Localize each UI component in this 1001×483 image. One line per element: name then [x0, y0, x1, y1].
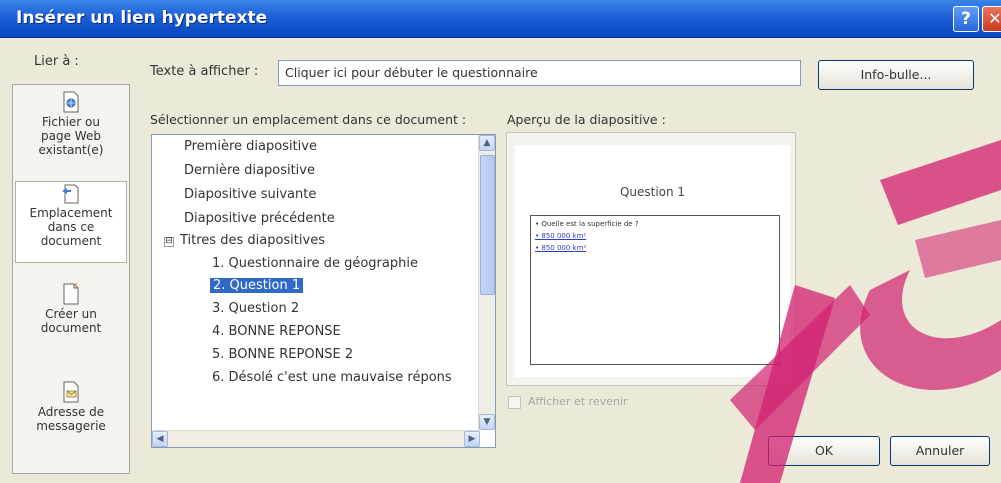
tree-item-first-slide[interactable]: Première diapositive	[184, 139, 317, 154]
sidebar-item-label-line: existant(e)	[38, 143, 104, 157]
close-button[interactable]: ✕	[982, 6, 1001, 32]
dialog-body: Lier à : Fichier ou page Web existant(e)…	[0, 38, 1001, 483]
slide-preview-panel: Question 1 • Quelle est la superficie de…	[506, 132, 796, 386]
sidebar-item-existing-file-or-web-page[interactable]: Fichier ou page Web existant(e)	[15, 91, 127, 177]
tree-item-slide-2-selected[interactable]: 2. Question 1	[210, 278, 304, 293]
text-to-display-input[interactable]: Cliquer ici pour débuter le questionnair…	[278, 60, 801, 86]
scroll-down-icon[interactable]: ▼	[479, 414, 495, 430]
sidebar-item-label-line: Emplacement	[29, 206, 113, 220]
place-in-document-icon	[62, 184, 79, 204]
slide-preview: Question 1 • Quelle est la superficie de…	[515, 145, 790, 377]
document-places-tree[interactable]: Première diapositive Dernière diapositiv…	[151, 134, 496, 448]
ok-button[interactable]: OK	[768, 436, 880, 466]
email-address-icon	[63, 381, 79, 403]
vertical-scroll-thumb[interactable]	[480, 155, 495, 295]
sidebar-item-label-line: Adresse de	[37, 405, 105, 419]
collapse-expander-icon[interactable]: ⊟	[164, 237, 174, 247]
web-page-icon	[63, 91, 79, 113]
sidebar-item-label-line: Fichier ou	[42, 115, 100, 129]
slide-bullet-link: • 850 000 km²	[535, 244, 587, 252]
link-to-label: Lier à :	[34, 54, 79, 69]
tree-item-next-slide[interactable]: Diapositive suivante	[184, 187, 316, 202]
tree-item-slide-4[interactable]: 4. BONNE REPONSE	[212, 324, 341, 339]
tree-item-slide-3[interactable]: 3. Question 2	[212, 301, 299, 316]
link-to-sidebar: Fichier ou page Web existant(e) Emplacem…	[12, 84, 130, 474]
horizontal-scrollbar[interactable]: ◀ ▶	[152, 430, 480, 447]
help-button[interactable]: ?	[953, 6, 979, 32]
slide-preview-content: • Quelle est la superficie de ? • 850 00…	[530, 215, 780, 365]
slide-preview-label: Aperçu de la diapositive :	[507, 112, 666, 127]
tree-item-slide-titles[interactable]: Titres des diapositives	[180, 233, 325, 248]
scroll-up-icon[interactable]: ▲	[479, 135, 495, 151]
screentip-button[interactable]: Info-bulle...	[818, 60, 974, 90]
sidebar-item-label-line: document	[40, 321, 102, 335]
tree-item-slide-5[interactable]: 5. BONNE REPONSE 2	[212, 347, 353, 362]
tree-item-previous-slide[interactable]: Diapositive précédente	[184, 211, 335, 226]
show-and-return-checkbox[interactable]	[508, 396, 521, 409]
text-to-display-label: Texte à afficher :	[150, 64, 259, 79]
tree-item-last-slide[interactable]: Dernière diapositive	[184, 163, 315, 178]
sidebar-item-place-in-document[interactable]: Emplacement dans ce document	[15, 181, 127, 263]
sidebar-item-label-line: document	[40, 234, 102, 248]
slide-preview-title: Question 1	[619, 185, 686, 199]
slide-bullet: • Quelle est la superficie de ?	[535, 220, 639, 228]
vertical-scrollbar[interactable]: ▲ ▼	[478, 135, 495, 430]
dialog-title: Insérer un lien hypertexte	[16, 8, 268, 28]
scroll-right-icon[interactable]: ▶	[464, 431, 480, 447]
tree-item-slide-1[interactable]: 1. Questionnaire de géographie	[212, 256, 418, 271]
sidebar-item-label-line: dans ce	[47, 220, 95, 234]
cancel-button[interactable]: Annuler	[890, 436, 990, 466]
title-bar: Insérer un lien hypertexte ? ✕	[0, 0, 1001, 38]
sidebar-item-label-line: Créer un	[45, 307, 97, 321]
sidebar-item-label-line: messagerie	[36, 419, 106, 433]
sidebar-item-label-line: page Web	[41, 129, 101, 143]
show-and-return-label: Afficher et revenir	[528, 395, 628, 408]
slide-bullet-link: • 850 000 km²	[535, 232, 587, 240]
sidebar-item-create-new-document[interactable]: Créer un document	[15, 283, 127, 353]
select-place-label: Sélectionner un emplacement dans ce docu…	[150, 112, 467, 127]
tree-item-slide-6[interactable]: 6. Désolé c'est une mauvaise répons	[212, 370, 452, 385]
scroll-left-icon[interactable]: ◀	[152, 431, 168, 447]
new-document-icon	[63, 283, 79, 305]
sidebar-item-email-address[interactable]: Adresse de messagerie	[15, 381, 127, 451]
